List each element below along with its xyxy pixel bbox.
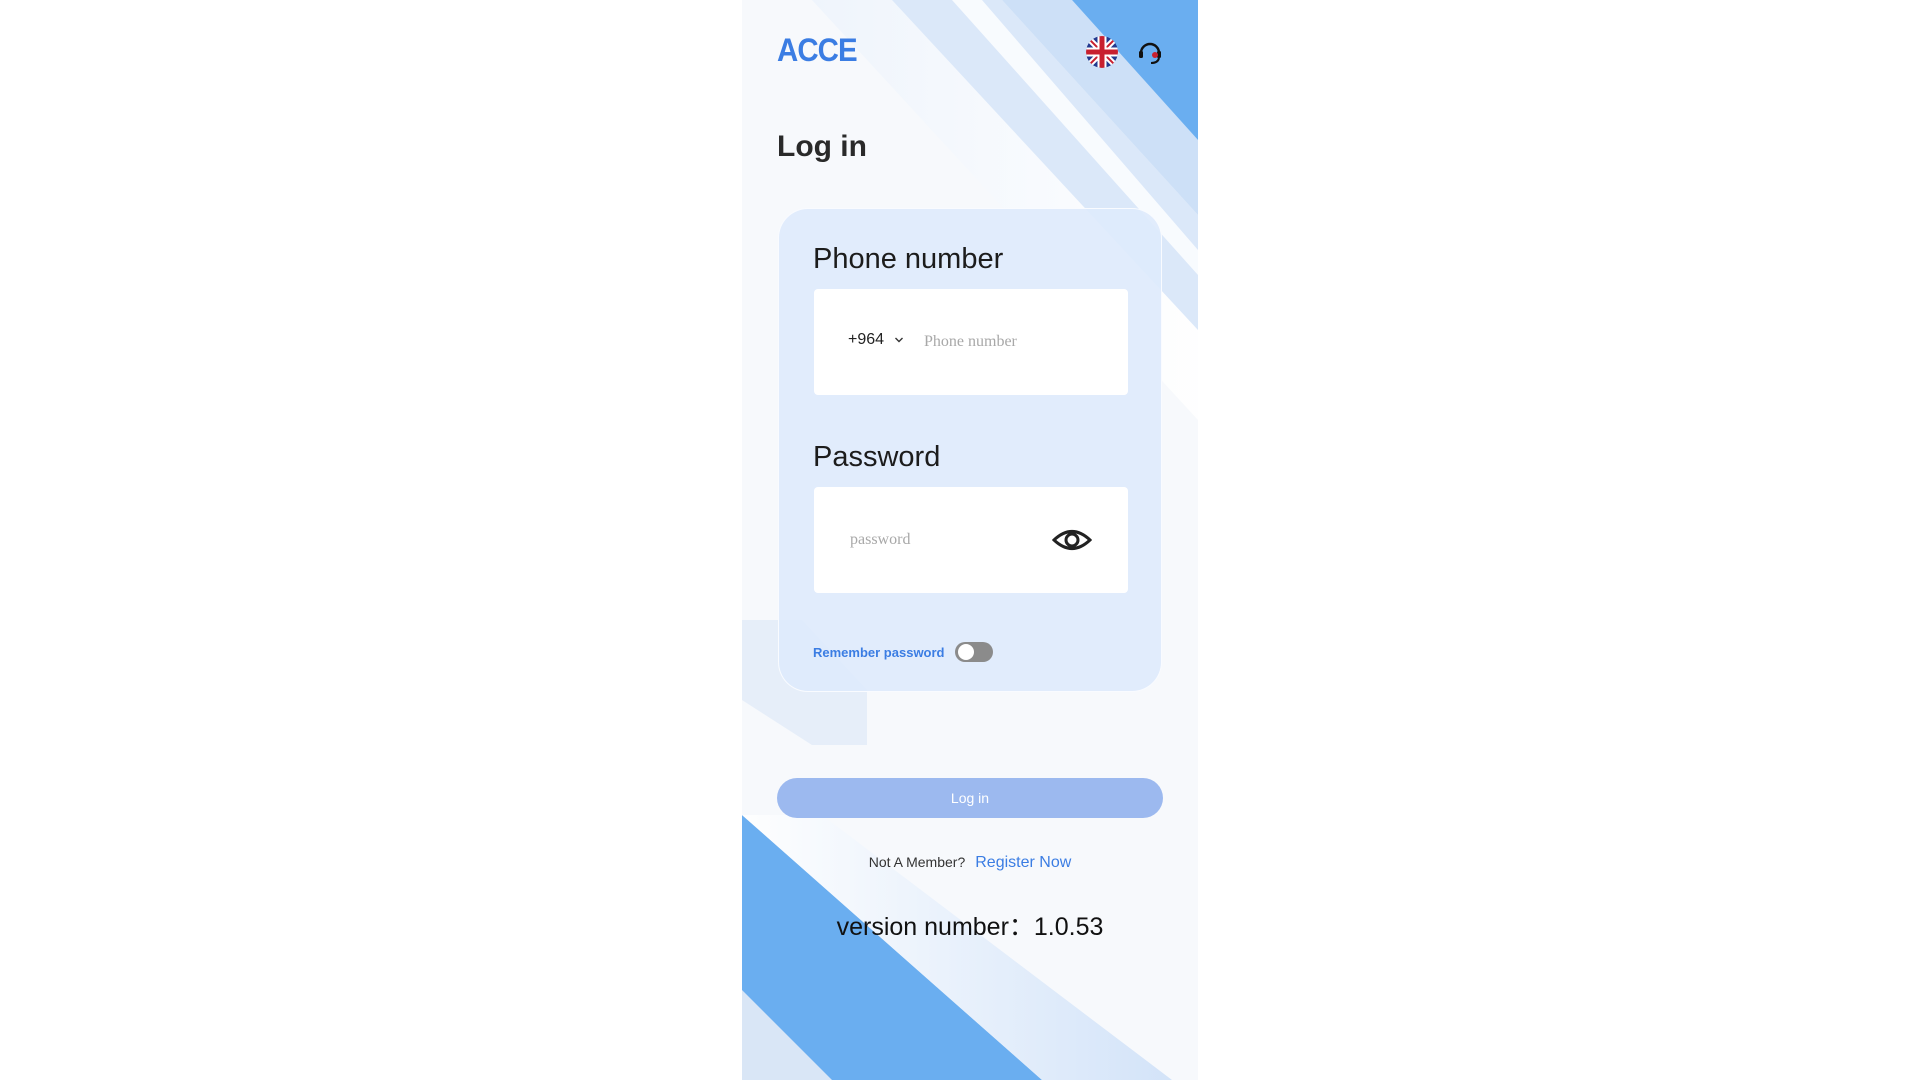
password-field [814, 487, 1128, 593]
top-bar: ACCE [742, 0, 1198, 100]
toggle-knob [957, 644, 974, 660]
country-code-value: +964 [848, 331, 885, 348]
chevron-down-icon [895, 337, 904, 343]
register-now-link[interactable]: Register Now [975, 854, 1071, 872]
phone-number-label: Phone number [813, 243, 1004, 275]
register-row: Not A Member? Register Now [742, 854, 1198, 872]
password-label: Password [813, 441, 941, 473]
login-button[interactable]: Log in [777, 778, 1163, 818]
not-member-text: Not A Member? [868, 854, 966, 870]
country-code-select[interactable]: +964 [848, 331, 904, 349]
remember-password-toggle[interactable] [954, 642, 993, 662]
page-title: Log in [777, 130, 867, 163]
phone-field: +964 [814, 289, 1128, 395]
eye-icon[interactable] [1052, 523, 1092, 557]
password-input[interactable] [848, 525, 1052, 555]
remember-password-row: Remember password [813, 642, 993, 662]
app-logo: ACCE [777, 32, 858, 68]
login-screen: ACCE Log in Phone number +964 Phone numb… [742, 0, 1198, 1080]
version-number: version number：1.0.53 [836, 913, 1104, 941]
login-form-card: Phone number +964 Password Remember pass… [778, 208, 1162, 692]
uk-flag-icon[interactable] [1086, 36, 1118, 68]
customer-service-icon[interactable] [1136, 38, 1164, 66]
phone-number-input[interactable] [922, 327, 1106, 357]
remember-password-label: Remember password [813, 644, 945, 660]
